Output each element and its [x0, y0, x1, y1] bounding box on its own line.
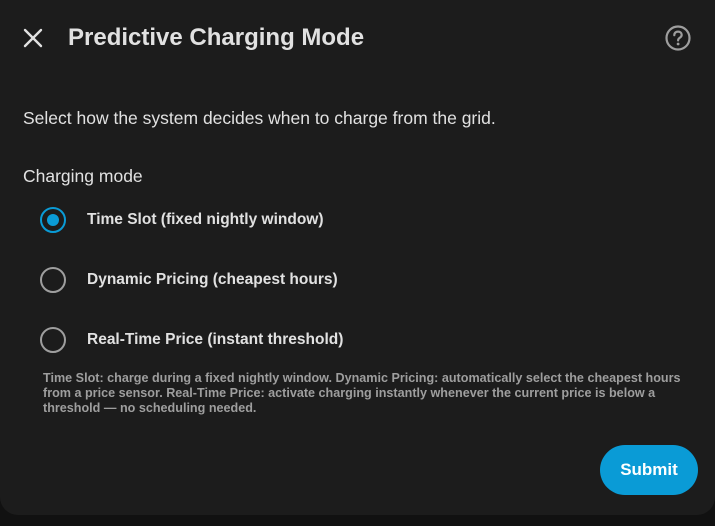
dialog-title: Predictive Charging Mode [68, 24, 365, 51]
radio-dynamic-pricing[interactable] [40, 267, 66, 293]
option-dynamic-pricing[interactable]: Dynamic Pricing (cheapest hours) [30, 256, 530, 304]
submit-button[interactable]: Submit [600, 445, 698, 495]
option-label-real-time-price: Real-Time Price (instant threshold) [87, 331, 344, 348]
help-button[interactable] [663, 23, 693, 53]
helper-text: Time Slot: charge during a fixed nightly… [43, 371, 681, 415]
option-label-dynamic-pricing: Dynamic Pricing (cheapest hours) [87, 271, 338, 288]
dialog-description: Select how the system decides when to ch… [23, 108, 496, 128]
dialog-header: Predictive Charging Mode [0, 0, 715, 76]
radio-real-time-price[interactable] [40, 327, 66, 353]
radio-time-slot[interactable] [40, 207, 66, 233]
help-circle-icon [665, 25, 691, 51]
close-icon [23, 28, 43, 48]
dialog: Predictive Charging Mode Select how the … [0, 0, 715, 515]
option-label-time-slot: Time Slot (fixed nightly window) [87, 211, 324, 228]
close-button[interactable] [18, 23, 48, 53]
charging-mode-label: Charging mode [23, 166, 143, 186]
option-time-slot[interactable]: Time Slot (fixed nightly window) [30, 196, 530, 244]
option-real-time-price[interactable]: Real-Time Price (instant threshold) [30, 316, 530, 364]
